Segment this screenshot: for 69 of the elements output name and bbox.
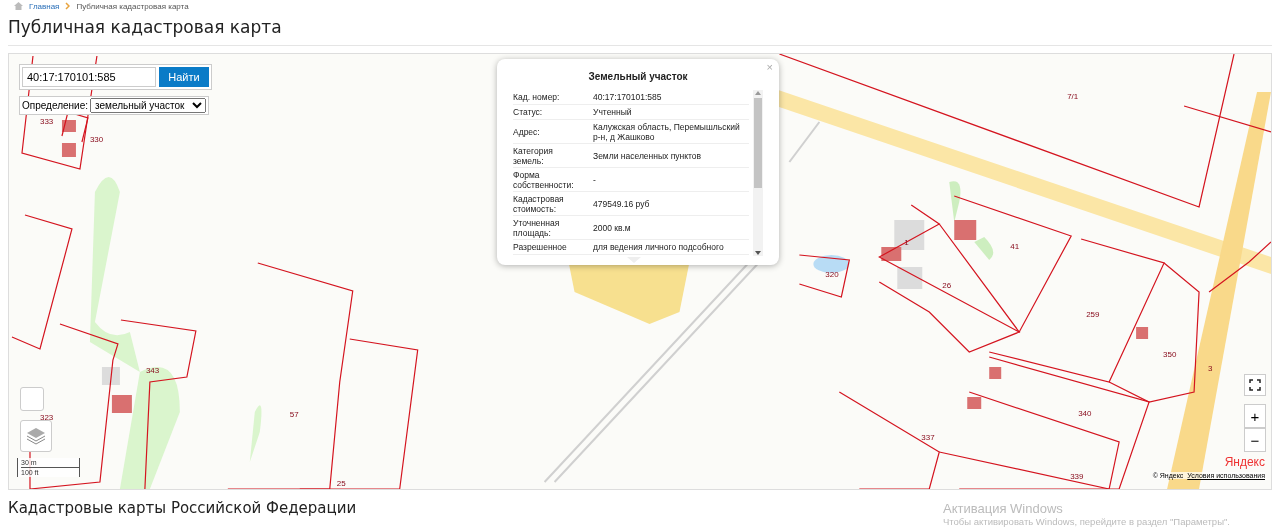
field-value: 479549.16 руб bbox=[593, 198, 651, 209]
pond bbox=[813, 255, 850, 273]
building bbox=[61, 120, 76, 132]
parcel-number: 25 bbox=[336, 479, 346, 488]
parcel-number: 41 bbox=[1010, 242, 1020, 251]
building bbox=[967, 397, 982, 409]
building bbox=[989, 367, 1002, 379]
scrollbar[interactable] bbox=[753, 90, 763, 256]
scroll-down-icon[interactable] bbox=[754, 250, 762, 256]
field-value: - bbox=[593, 174, 597, 185]
breadcrumb-current: Публичная кадастровая карта bbox=[76, 1, 189, 11]
field-label: Разрешенное bbox=[513, 242, 568, 252]
field-label: Уточненная площадь: bbox=[513, 217, 561, 238]
field-value: Калужская область, Перемышльский р-н, д Жашково bbox=[593, 121, 741, 142]
field-label: Адрес: bbox=[513, 126, 541, 137]
parcel-number: 320 bbox=[825, 270, 839, 279]
layers-icon bbox=[26, 427, 46, 445]
popup-title: Земельный участок bbox=[587, 71, 689, 82]
layers-button[interactable] bbox=[20, 420, 52, 452]
scroll-up-icon[interactable] bbox=[754, 90, 762, 96]
fullscreen-button[interactable] bbox=[1244, 374, 1266, 396]
parcel-number: 323 bbox=[40, 413, 54, 422]
footpath bbox=[788, 121, 821, 163]
parcel-number: 333 bbox=[40, 117, 54, 126]
parcel-number: 7/1 bbox=[1067, 92, 1079, 101]
search-field[interactable]: 40:17:170101:585 bbox=[22, 67, 156, 87]
definition-dropdown[interactable]: земельный участок bbox=[90, 98, 206, 113]
parcel-number: 3 bbox=[1208, 364, 1213, 373]
building bbox=[101, 367, 120, 385]
parcel-number: 350 bbox=[1163, 350, 1177, 359]
parcel-number: 340 bbox=[1078, 409, 1092, 418]
vegetation-area bbox=[949, 181, 961, 222]
field-value: 2000 кв.м bbox=[593, 222, 632, 233]
field-value: для ведения личного подсобного bbox=[593, 242, 725, 252]
field-label: Статус: bbox=[513, 107, 544, 117]
field-label: Форма собственности: bbox=[513, 169, 575, 190]
activation-title: Активация Windows bbox=[943, 501, 1064, 516]
parcel-number: 57 bbox=[289, 410, 299, 419]
parcel-number: 343 bbox=[145, 366, 160, 375]
definition-label: Определение: bbox=[22, 100, 88, 111]
field-label: Кадастровая стоимость: bbox=[513, 193, 565, 214]
field-value: Учтенный bbox=[593, 107, 633, 117]
parcel-number: 1 bbox=[904, 238, 909, 247]
field-value: 40:17:170101:585 bbox=[593, 92, 663, 102]
section-title: Кадастровые карты Российской Федерации bbox=[8, 499, 357, 517]
breadcrumb-link[interactable]: Главная bbox=[29, 1, 60, 11]
parcel-number: 26 bbox=[942, 281, 952, 290]
parcel-number: 339 bbox=[1070, 472, 1084, 481]
building bbox=[954, 220, 977, 240]
search-button[interactable]: Найти bbox=[159, 67, 209, 87]
building bbox=[111, 395, 132, 413]
zoom-out-button[interactable]: − bbox=[1244, 428, 1266, 452]
field-value: Земли населенных пунктов bbox=[593, 150, 703, 161]
parcel-number: 259 bbox=[1086, 310, 1100, 319]
parcel-number: 337 bbox=[921, 433, 935, 442]
building bbox=[897, 267, 923, 289]
zoom-in-button[interactable]: + bbox=[1244, 404, 1266, 428]
vegetation-area bbox=[249, 405, 262, 462]
home-icon[interactable] bbox=[14, 2, 23, 10]
chevron-icon bbox=[65, 2, 71, 10]
field-label: Кад. номер: bbox=[513, 92, 561, 102]
building bbox=[1136, 327, 1149, 339]
vegetation-area bbox=[974, 237, 994, 260]
parcel-number: 330 bbox=[89, 135, 104, 144]
page-title: Публичная кадастровая карта bbox=[8, 17, 283, 37]
field-label: Категория земель: bbox=[513, 145, 554, 166]
map-provider-logo: Яндекс bbox=[1224, 455, 1265, 469]
building bbox=[61, 143, 76, 157]
fullscreen-icon bbox=[1249, 379, 1261, 391]
